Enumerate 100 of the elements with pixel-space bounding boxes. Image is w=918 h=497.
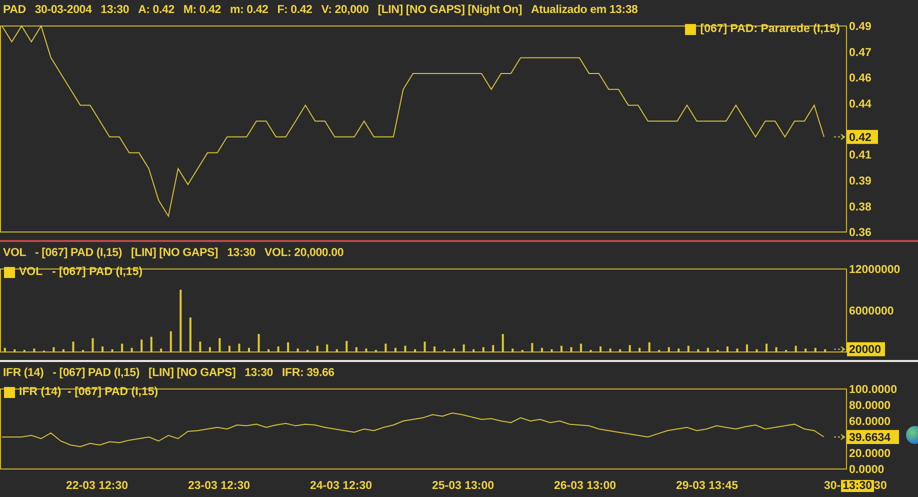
- volume-bar: [14, 349, 16, 352]
- volume-bar: [600, 346, 602, 352]
- volume-bar: [218, 338, 221, 352]
- time-label: 24-03 12:30: [310, 480, 374, 492]
- volume-bar: [336, 349, 338, 352]
- volume-bar: [590, 350, 592, 352]
- volume-bar: [658, 350, 660, 352]
- axis-label: 80.0000: [849, 400, 891, 412]
- axis-label: 0.41: [849, 149, 872, 162]
- volume-bar: [706, 348, 709, 352]
- header-text: IFR (14): [3, 366, 44, 378]
- volume-bar: [794, 346, 797, 352]
- volume-bar: [824, 349, 826, 352]
- volume-bar: [443, 350, 446, 352]
- legend-label: VOL - [067] PAD (I,15): [19, 266, 143, 278]
- volume-bar: [531, 343, 534, 352]
- time-label: 29-03 13:45: [676, 480, 740, 492]
- volume-bar: [736, 348, 738, 352]
- volume-bar: [199, 342, 202, 352]
- axis-label: 0.38: [849, 202, 872, 214]
- axis-label: 20.0000: [849, 448, 891, 460]
- volume-bar: [726, 346, 728, 352]
- volume-bar: [766, 344, 768, 352]
- axis-label: 0.49: [849, 21, 872, 33]
- volume-bar: [52, 347, 55, 352]
- header-text: PAD: [3, 4, 26, 16]
- header-text: VOL: 20,000.00: [264, 246, 344, 258]
- volume-bar: [4, 348, 6, 352]
- volume-bar: [521, 350, 524, 352]
- legend-swatch: [4, 386, 15, 398]
- axis-label: 12000000: [849, 264, 900, 276]
- volume-bar: [697, 349, 700, 352]
- volume-bar: [560, 346, 562, 352]
- volume-bar: [72, 342, 74, 352]
- header-text: 13:30: [100, 4, 130, 16]
- volume-bar: [512, 348, 514, 352]
- volume-bar: [111, 349, 114, 352]
- volume-bar: [716, 350, 719, 352]
- axis-label: 0.46: [849, 72, 872, 84]
- axis-label: 0.36: [849, 227, 872, 239]
- header-text: 13:30: [244, 366, 274, 378]
- volume-bar: [180, 290, 182, 352]
- volume-bar: [316, 346, 318, 352]
- volume-bar: [492, 345, 494, 352]
- header-text: - [067] PAD (I,15): [35, 246, 122, 258]
- volume-bar: [23, 350, 26, 352]
- header-text: F: 0.42: [277, 4, 312, 16]
- volume-bar: [482, 347, 484, 352]
- header-text: A: 0.42: [138, 4, 174, 16]
- cursor-time-label: 13:30: [840, 480, 874, 492]
- volume-bar: [570, 347, 572, 352]
- volume-bar: [346, 340, 348, 352]
- volume-bar: [150, 336, 152, 352]
- volume-bar: [434, 346, 436, 352]
- volume-bar: [130, 348, 133, 352]
- volume-bar: [296, 348, 299, 352]
- header-text: m: 0.42: [230, 4, 268, 16]
- axis-label: 6000000: [849, 306, 894, 318]
- header-text: 30-03-2004: [34, 4, 92, 16]
- legend-label: IFR (14) - [067] PAD (I,15): [19, 386, 158, 398]
- axis-label: 0.47: [849, 46, 872, 59]
- header-text: V: 20,000: [321, 4, 369, 16]
- volume-bar: [502, 334, 504, 352]
- time-label: 23-03 12:30: [188, 480, 252, 492]
- volume-bar: [365, 348, 368, 352]
- volume-bar: [238, 344, 240, 352]
- volume-bar: [394, 348, 396, 352]
- time-label: 30-: [824, 480, 841, 492]
- volume-bar: [33, 348, 36, 352]
- volume-bar: [453, 348, 456, 352]
- volume-bar: [609, 348, 612, 352]
- header-text: [LIN] [NO GAPS] [Night On]: [378, 4, 522, 16]
- volume-bar: [62, 349, 64, 352]
- volume-bar: [756, 349, 758, 352]
- current-value-label: 20000: [847, 342, 885, 356]
- volume-bar: [628, 345, 631, 352]
- volume-bar: [638, 348, 641, 352]
- volume-bar: [374, 350, 377, 352]
- volume-bar: [404, 346, 406, 352]
- volume-bar: [160, 348, 162, 352]
- volume-bar: [228, 346, 230, 352]
- volume-bar: [208, 347, 211, 352]
- header-text: [LIN] [NO GAPS]: [130, 246, 218, 258]
- volume-bar: [92, 338, 94, 352]
- volume-bar: [668, 347, 670, 352]
- volume-bar: [424, 342, 426, 352]
- volume-bar: [140, 340, 143, 352]
- axis-label: 0.39: [849, 176, 872, 188]
- header-text: Atualizado em 13:38: [530, 4, 638, 16]
- arrow-icon: [834, 134, 846, 140]
- header-text: [LIN] [NO GAPS]: [148, 366, 236, 378]
- volume-bar: [258, 334, 260, 352]
- axis-label: 0.44: [849, 98, 872, 110]
- volume-bar: [540, 348, 543, 352]
- time-label: 26-03 13:00: [554, 480, 618, 492]
- volume-bar: [384, 344, 387, 352]
- legend-label: [067] PAD: Pararede (I,15): [700, 23, 840, 35]
- volume-bar: [550, 349, 553, 352]
- volume-bar: [326, 344, 328, 352]
- volume-bar: [785, 350, 788, 352]
